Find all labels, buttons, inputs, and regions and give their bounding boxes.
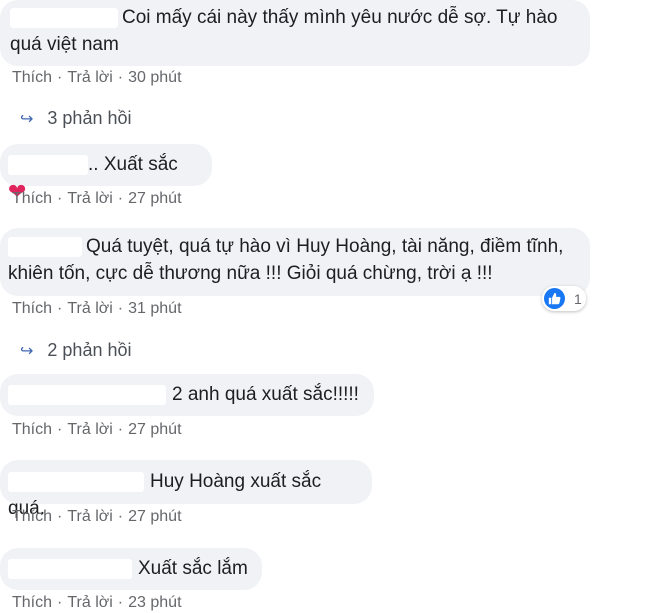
redacted-name <box>8 154 88 175</box>
reply-link[interactable]: Trả lời <box>67 594 112 611</box>
redacted-name <box>10 7 118 28</box>
redacted-name <box>8 558 132 579</box>
comment-bubble-3: Quá tuyệt, quá tự hào vì Huy Hoàng, tài … <box>0 228 590 296</box>
separator-dot: · <box>117 300 124 317</box>
like-link[interactable]: Thích <box>12 300 52 317</box>
separator-dot: · <box>57 421 63 438</box>
like-link[interactable]: Thích <box>12 421 52 438</box>
separator-dot: · <box>117 69 124 86</box>
comment-text: Xuất sắc lắm <box>138 558 248 579</box>
reply-link[interactable]: Trả lời <box>67 421 112 438</box>
comment-actions-2: Thích · Trả lời · 27 phút <box>12 190 182 208</box>
comment-actions-5: Thích · Trả lời · 27 phút <box>12 508 182 526</box>
redacted-name <box>8 236 82 257</box>
comment-text: Quá tuyệt, quá tự hào vì Huy Hoàng, tài … <box>86 236 564 257</box>
comment-text-cont: khiên tốn, cực dễ thương nữa !!! Giỏi qu… <box>8 263 493 284</box>
comment-bubble-1: Coi mấy cái này thấy mình yêu nước dễ sợ… <box>0 0 590 66</box>
reaction-count: 1 <box>574 290 582 307</box>
timestamp[interactable]: 27 phút <box>128 190 181 207</box>
separator-dot: · <box>57 508 63 525</box>
reaction-badge[interactable]: 1 <box>542 286 586 311</box>
like-link[interactable]: Thích <box>12 190 52 207</box>
like-link[interactable]: Thích <box>12 508 52 525</box>
comment-text-cont: quá việt nam <box>10 34 119 55</box>
timestamp[interactable]: 27 phút <box>128 421 181 438</box>
comment-bubble-2: .. Xuất sắc ❤ <box>0 144 212 204</box>
separator-dot: · <box>57 594 63 611</box>
redacted-name <box>8 471 144 492</box>
separator-dot: · <box>117 594 124 611</box>
comment-actions-4: Thích · Trả lời · 27 phút <box>12 421 182 439</box>
separator-dot: · <box>57 69 63 86</box>
comment-bubble-6: Xuất sắc lắm <box>0 548 262 590</box>
view-replies-link-3[interactable]: ↪ 2 phản hồi <box>20 340 131 361</box>
like-reaction-icon <box>544 288 565 309</box>
reply-arrow-icon: ↪ <box>20 343 34 360</box>
comment-text: Coi mấy cái này thấy mình yêu nước dễ sợ… <box>122 7 558 28</box>
like-link[interactable]: Thích <box>12 69 52 86</box>
replies-count: 2 phản hồi <box>47 340 132 360</box>
comment-bubble-5: Huy Hoàng xuất sắc quá. <box>0 460 372 519</box>
timestamp[interactable]: 30 phút <box>128 69 181 86</box>
reply-arrow-icon: ↪ <box>20 111 34 128</box>
separator-dot: · <box>117 508 124 525</box>
like-link[interactable]: Thích <box>12 594 52 611</box>
timestamp[interactable]: 23 phút <box>128 594 181 611</box>
timestamp[interactable]: 31 phút <box>128 300 181 317</box>
separator-dot: · <box>57 300 63 317</box>
separator-dot: · <box>117 190 124 207</box>
comment-actions-6: Thích · Trả lời · 23 phút <box>12 594 182 612</box>
timestamp[interactable]: 27 phút <box>128 508 181 525</box>
separator-dot: · <box>57 190 63 207</box>
comment-actions-1: Thích · Trả lời · 30 phút <box>12 69 182 87</box>
comment-bubble-4: 2 anh quá xuất sắc!!!!! <box>0 374 374 416</box>
separator-dot: · <box>117 421 124 438</box>
comment-text: .. Xuất sắc <box>88 154 178 175</box>
comment-text: 2 anh quá xuất sắc!!!!! <box>172 384 359 405</box>
view-replies-link-1[interactable]: ↪ 3 phản hồi <box>20 108 131 129</box>
comment-actions-3: Thích · Trả lời · 31 phút <box>12 300 182 318</box>
reply-link[interactable]: Trả lời <box>67 69 112 86</box>
reply-link[interactable]: Trả lời <box>67 508 112 525</box>
redacted-name <box>8 384 166 405</box>
replies-count: 3 phản hồi <box>47 108 132 128</box>
reply-link[interactable]: Trả lời <box>67 190 112 207</box>
reply-link[interactable]: Trả lời <box>67 300 112 317</box>
